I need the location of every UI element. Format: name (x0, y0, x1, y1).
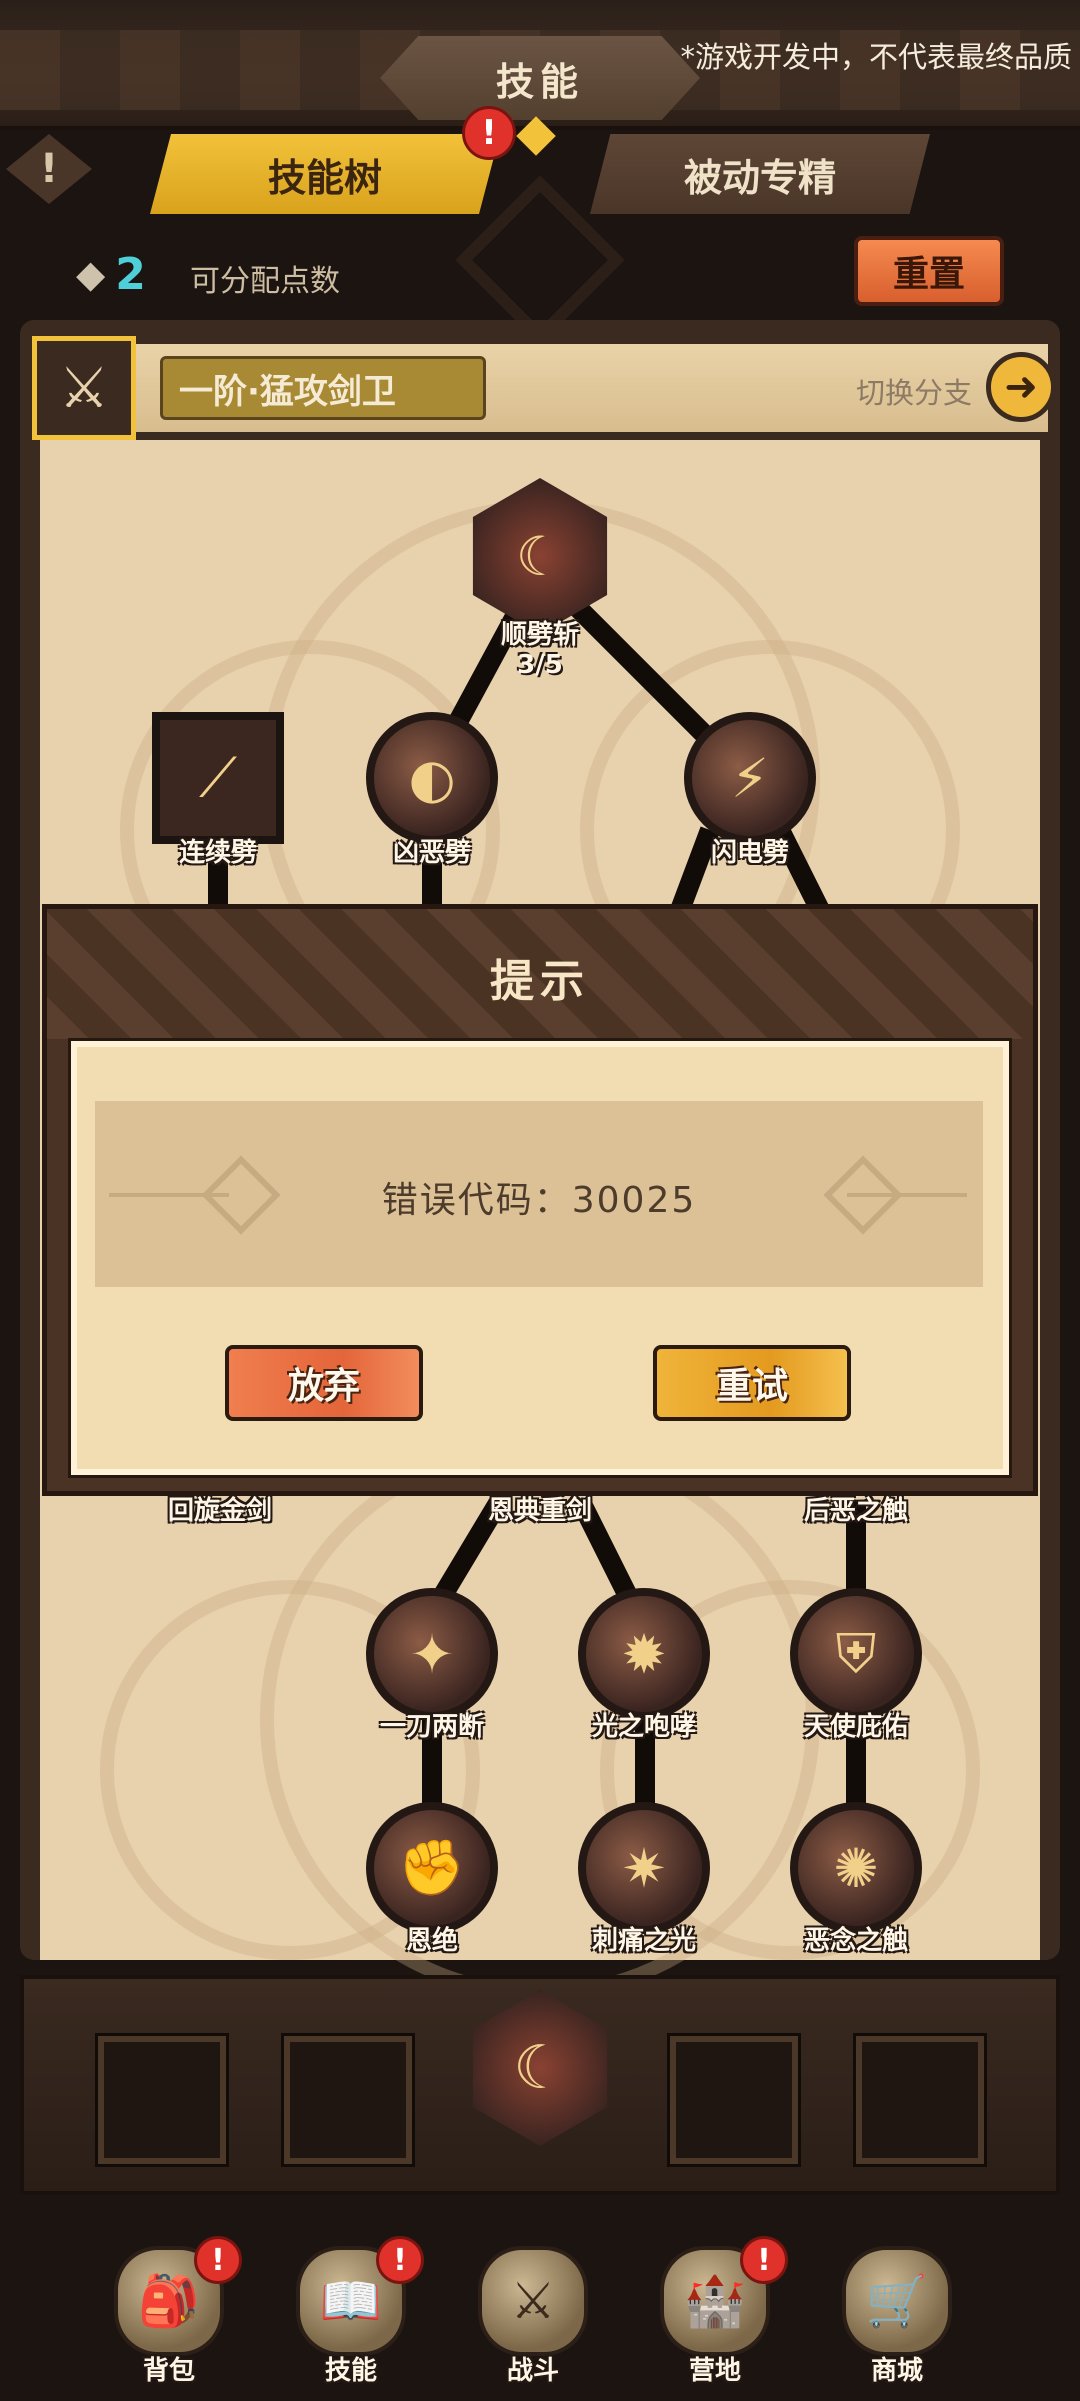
dialog-body: 错误代码：30025 放弃 重试 (68, 1038, 1012, 1478)
skill-node-one-slash[interactable]: ✦ (366, 1588, 498, 1720)
skill-node-combo-chop[interactable]: ⟋ (152, 712, 284, 844)
equip-slot-3[interactable] (667, 2033, 801, 2167)
nav-backpack[interactable]: 🎒 ! 背包 (94, 2236, 244, 2390)
equip-slot-1[interactable] (95, 2033, 229, 2167)
skill-label: 恩绝 (405, 1926, 458, 1956)
skill-label: 凶恶劈 (392, 838, 471, 868)
give-up-button-label: 放弃 (287, 1366, 360, 1407)
equip-slot-2[interactable] (281, 2033, 415, 2167)
nav-alert-badge: ! (376, 2236, 424, 2284)
nav-label: 战斗 (506, 2356, 559, 2386)
nav-battle[interactable]: ⚔ 战斗 (458, 2240, 608, 2390)
skill-level: 3/5 (517, 650, 563, 680)
nav-shop[interactable]: 🛒 商城 (822, 2240, 972, 2390)
equip-slot-4[interactable] (853, 2033, 987, 2167)
give-up-button[interactable]: 放弃 (225, 1345, 423, 1421)
skill-label: 光之咆哮 (591, 1712, 696, 1742)
skill-node-light-roar[interactable]: ✹ (578, 1588, 710, 1720)
shop-icon: 🛒 (842, 2246, 952, 2356)
retry-button-label: 重试 (715, 1366, 788, 1407)
error-message-band: 错误代码：30025 (95, 1101, 983, 1287)
nav-camp[interactable]: 🏰 ! 营地 (640, 2236, 790, 2390)
error-dialog: 提示 错误代码：30025 放弃 重试 (42, 904, 1038, 1496)
skill-node-sting-light[interactable]: ✷ (578, 1802, 710, 1934)
error-code-text: 错误代码：30025 (381, 1180, 697, 1221)
skill-node-angel-blessing[interactable]: ⛨ (790, 1588, 922, 1720)
skill-label: 闪电劈 (710, 838, 789, 868)
nav-label: 营地 (688, 2356, 741, 2386)
skill-node-fierce-chop[interactable]: ◐ (366, 712, 498, 844)
nav-label: 背包 (142, 2356, 195, 2386)
skill-label: 顺劈斩 (500, 620, 579, 650)
nav-label: 商城 (870, 2356, 923, 2386)
skill-label: 恶念之触 (803, 1926, 908, 1956)
skill-label: 一刀两断 (379, 1712, 484, 1742)
nav-skills[interactable]: 📖 ! 技能 (276, 2236, 426, 2390)
battle-icon: ⚔ (478, 2246, 588, 2356)
skill-node-lightning-chop[interactable]: ⚡ (684, 712, 816, 844)
dialog-title: 提示 (490, 956, 590, 1007)
nav-alert-badge: ! (740, 2236, 788, 2284)
skill-node-malice-touch[interactable]: ✺ (790, 1802, 922, 1934)
skill-label: 连续劈 (178, 838, 257, 868)
nav-alert-badge: ! (194, 2236, 242, 2284)
skill-label: 天使庇佑 (803, 1712, 908, 1742)
skill-label: 刺痛之光 (591, 1926, 696, 1956)
retry-button[interactable]: 重试 (653, 1345, 851, 1421)
nav-label: 技能 (324, 2356, 377, 2386)
skill-node-grace-break[interactable]: ✊ (366, 1802, 498, 1934)
